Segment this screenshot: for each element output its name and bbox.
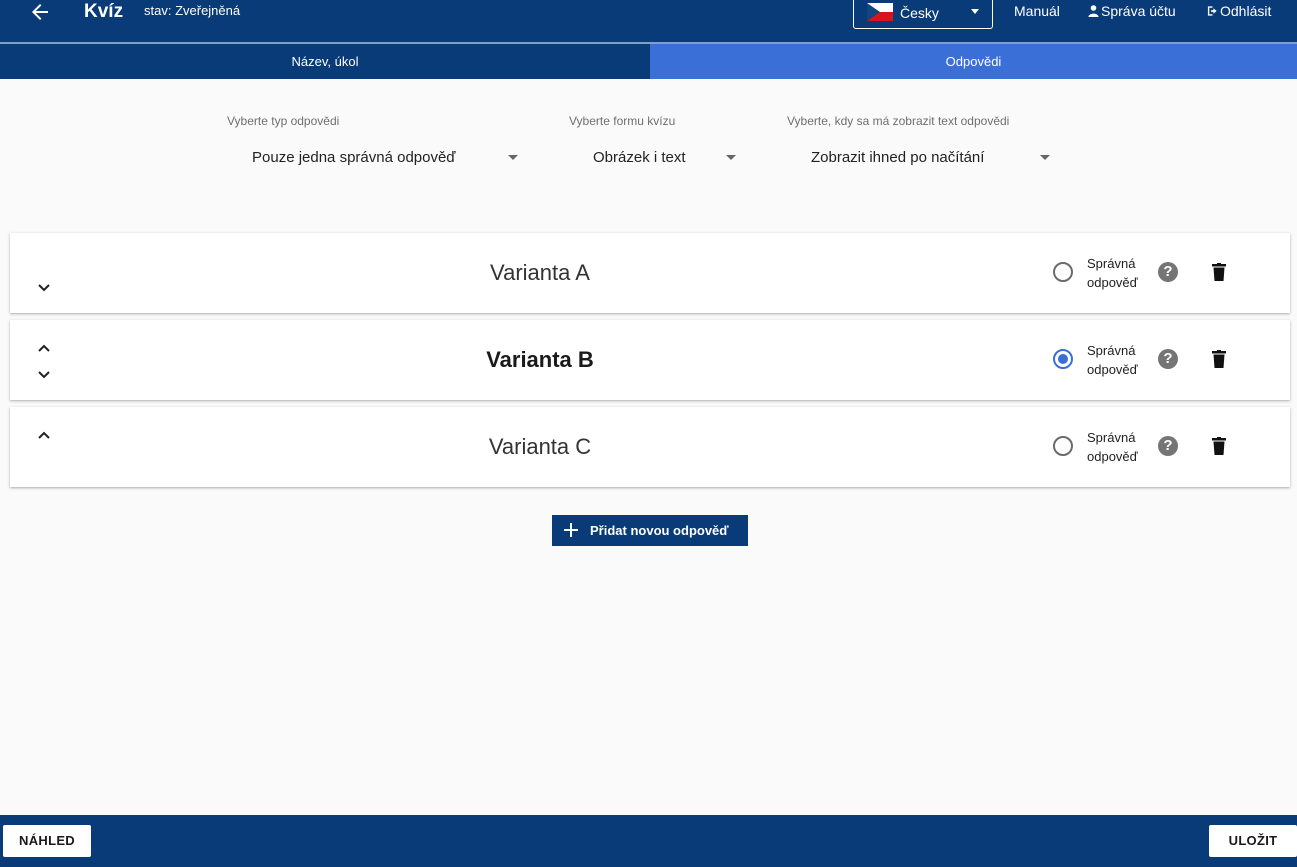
tab-bar: Název, úkol Odpovědi [0,44,1297,79]
correct-answer-label: Správná odpověď [1087,343,1138,377]
correct-answer-radio[interactable] [1053,349,1073,369]
help-icon[interactable]: ? [1158,436,1178,456]
variant-title: Varianta C [488,434,592,459]
save-button[interactable]: ULOŽIT [1209,825,1297,857]
plus-icon [563,522,579,538]
answer-type-label: Vyberte typ odpovědi [227,114,340,128]
correct-answer-label: Správná odpověď [1087,256,1138,290]
correct-answer-radio[interactable] [1053,262,1073,282]
chevron-down-icon [1040,155,1050,160]
chevron-down-icon [971,9,979,14]
variant-card-c: Varianta C Správná odpověď ? [10,407,1290,487]
help-icon[interactable]: ? [1158,349,1178,369]
tab-answers[interactable]: Odpovědi [650,44,1297,79]
correct-answer-radio[interactable] [1053,436,1073,456]
czech-flag-icon [867,3,893,21]
language-select[interactable]: Česky [853,0,993,29]
show-text-label: Vyberte, kdy sa má zobrazit text odpověd… [787,114,1010,128]
language-label: Česky [900,5,939,21]
quiz-form-field: Vyberte formu kvízu Obrázek i text [569,114,736,166]
top-bar: Kvíz stav: Zveřejněná Česky Manuál Správ… [0,0,1297,44]
delete-button[interactable] [1212,437,1226,455]
account-link[interactable]: Správa účtu [1088,3,1176,19]
answer-type-select[interactable]: Pouze jedna správná odpověď [252,149,456,167]
variant-card-a: Varianta A Správná odpověď ? [10,233,1290,313]
variant-title: Varianta B [486,347,594,372]
delete-button[interactable] [1212,350,1226,368]
user-icon [1088,3,1101,19]
logout-icon [1207,3,1220,19]
show-text-select[interactable]: Zobrazit ihned po načítání [811,149,984,167]
trash-icon [1212,263,1226,285]
logout-link[interactable]: Odhlásit [1207,3,1271,19]
quiz-form-label: Vyberte formu kvízu [569,114,676,128]
show-text-field: Vyberte, kdy sa má zobrazit text odpověd… [787,114,1050,166]
trash-icon [1212,350,1226,372]
help-icon[interactable]: ? [1158,262,1178,282]
variant-title: Varianta A [490,260,590,285]
answer-type-field: Vyberte typ odpovědi Pouze jedna správná… [227,114,518,166]
logout-link-label: Odhlásit [1220,3,1272,19]
add-answer-button[interactable]: Přidat novou odpověď [552,515,748,546]
manual-link[interactable]: Manuál [1014,3,1060,19]
correct-answer-label: Správná odpověď [1087,430,1138,464]
page-title: Kvíz [84,1,124,22]
add-answer-label: Přidat novou odpověď [590,523,729,538]
status-text: stav: Zveřejněná [144,3,241,18]
variant-card-b: Varianta B Správná odpověď ? [10,320,1290,400]
preview-button[interactable]: NÁHLED [3,825,91,857]
chevron-down-icon [508,155,518,160]
quiz-form-select[interactable]: Obrázek i text [593,149,686,167]
arrow-left-icon [28,4,52,28]
bottom-bar: NÁHLED ULOŽIT [0,815,1297,867]
tab-name-task[interactable]: Název, úkol [0,44,650,79]
chevron-down-icon [726,155,736,160]
back-button[interactable] [28,0,56,24]
delete-button[interactable] [1212,263,1226,281]
trash-icon [1212,437,1226,459]
account-link-label: Správa účtu [1101,3,1176,19]
